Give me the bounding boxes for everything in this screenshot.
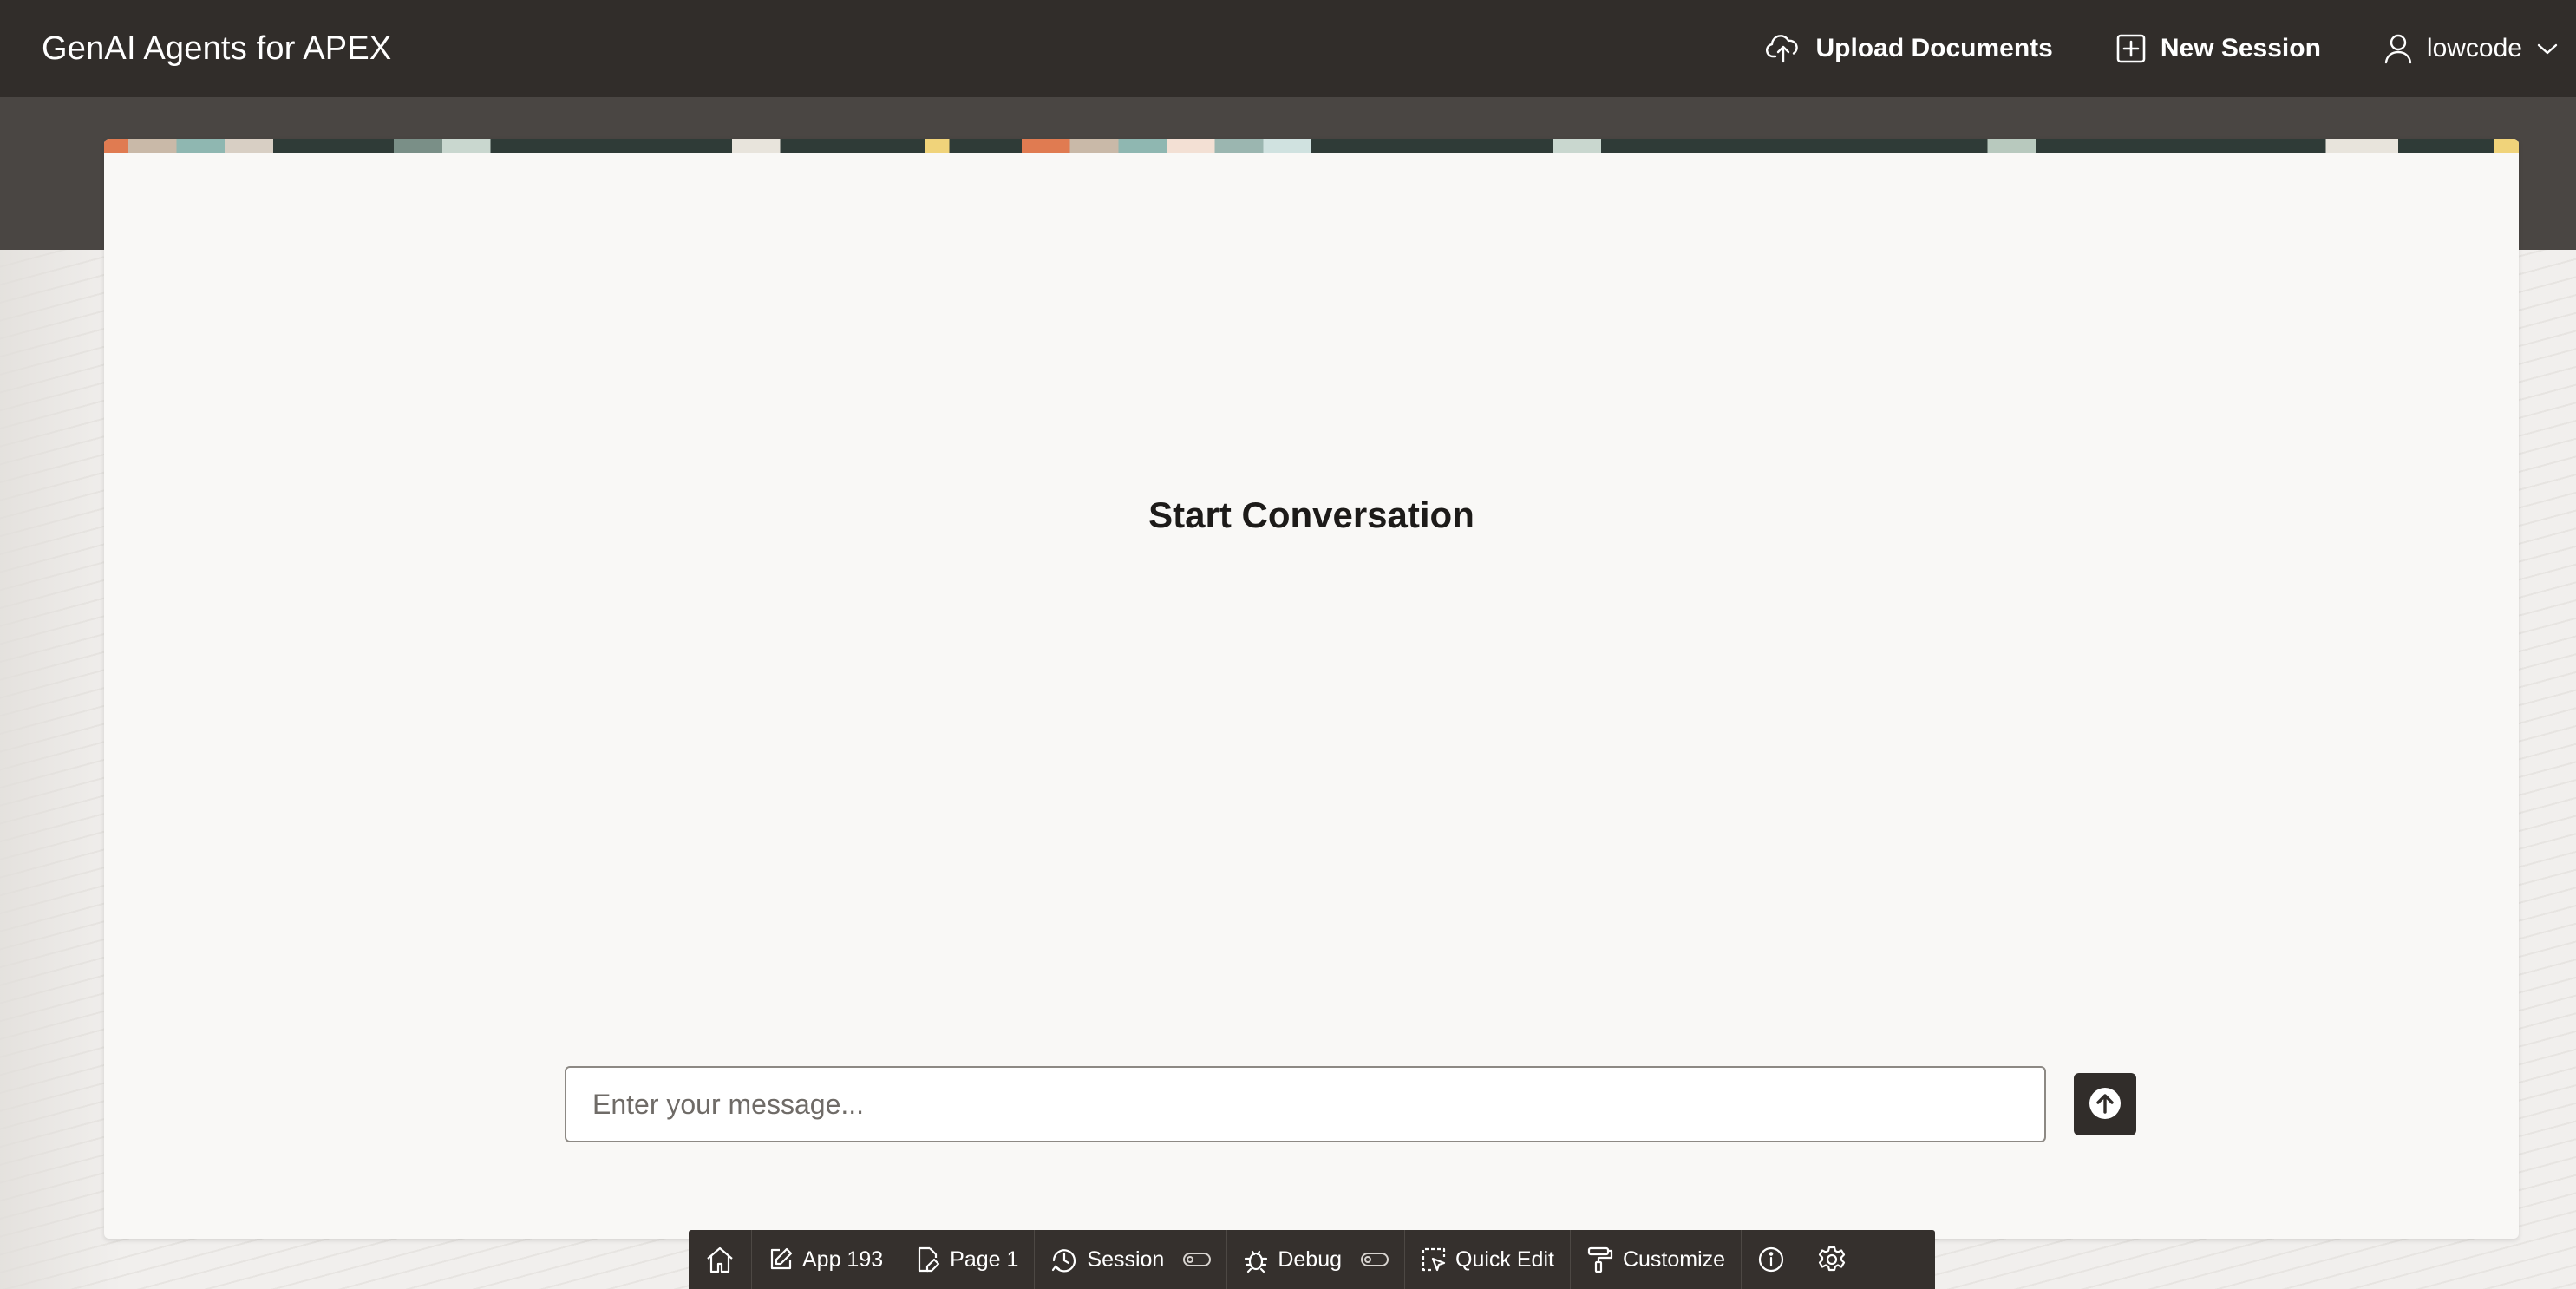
new-session-button[interactable]: New Session (2115, 33, 2321, 64)
dev-home-button[interactable] (689, 1230, 752, 1289)
user-menu-button[interactable]: lowcode (2383, 33, 2559, 64)
top-navigation-bar: GenAI Agents for APEX Upload Documents N… (0, 0, 2576, 97)
arrow-up-circle-icon (2088, 1086, 2122, 1123)
conversation-card: Start Conversation (104, 139, 2519, 1239)
decorative-banner-strip (104, 139, 2519, 153)
dev-session-button[interactable]: Session (1035, 1230, 1228, 1289)
dev-customize-label: Customize (1622, 1246, 1726, 1272)
dev-debug-label: Debug (1278, 1246, 1343, 1272)
bug-icon (1243, 1246, 1269, 1273)
cursor-select-icon (1421, 1246, 1447, 1273)
upload-documents-button[interactable]: Upload Documents (1765, 33, 2053, 64)
dev-customize-button[interactable]: Customize (1571, 1230, 1742, 1289)
upload-documents-label: Upload Documents (1815, 34, 2053, 62)
debug-toggle[interactable] (1361, 1253, 1389, 1266)
home-icon (704, 1245, 736, 1274)
dev-quick-edit-button[interactable]: Quick Edit (1405, 1230, 1571, 1289)
message-input[interactable] (565, 1066, 2046, 1142)
app-title[interactable]: GenAI Agents for APEX (42, 0, 391, 97)
chevron-down-icon (2536, 40, 2559, 57)
user-icon (2383, 33, 2413, 64)
new-session-label: New Session (2160, 34, 2321, 62)
cloud-upload-icon (1765, 33, 1801, 64)
send-button[interactable] (2074, 1073, 2136, 1135)
dev-quick-edit-label: Quick Edit (1455, 1246, 1554, 1272)
plus-square-icon (2115, 33, 2147, 64)
user-name: lowcode (2426, 34, 2522, 62)
clock-icon (1050, 1246, 1078, 1273)
dev-app-label: App 193 (802, 1246, 884, 1272)
dev-debug-button[interactable]: Debug (1227, 1230, 1406, 1289)
dev-info-button[interactable] (1742, 1230, 1802, 1289)
dev-settings-button[interactable] (1801, 1230, 1862, 1289)
start-conversation-heading: Start Conversation (1148, 494, 1474, 535)
paint-roller-icon (1586, 1246, 1614, 1273)
dev-session-label: Session (1087, 1246, 1165, 1272)
dev-app-button[interactable]: App 193 (752, 1230, 900, 1289)
session-toggle[interactable] (1183, 1253, 1212, 1266)
gear-icon (1817, 1245, 1847, 1274)
nav-actions: Upload Documents New Session lowcode (1765, 0, 2576, 97)
dev-page-button[interactable]: Page 1 (899, 1230, 1036, 1289)
pencil-square-icon (768, 1246, 794, 1273)
page-edit-icon (915, 1246, 941, 1273)
developer-toolbar: App 193 Page 1 Session Debug Quick Edit … (689, 1230, 1935, 1289)
dev-page-label: Page 1 (950, 1246, 1019, 1272)
info-icon (1757, 1246, 1785, 1273)
